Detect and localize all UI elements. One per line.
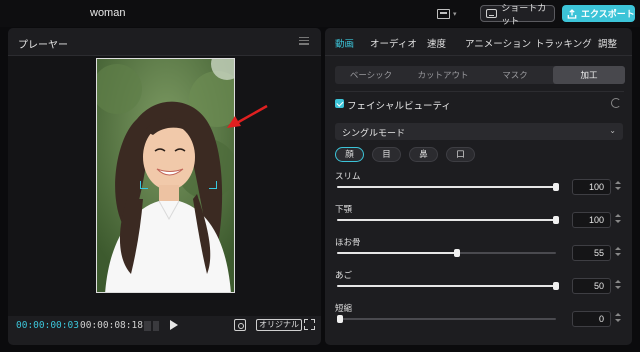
shortcut-label: ショートカット bbox=[501, 2, 547, 26]
chevron-down-icon: ▾ bbox=[453, 10, 457, 18]
value-stepper[interactable] bbox=[614, 212, 622, 228]
chevron-down-icon: ⌄ bbox=[609, 126, 616, 135]
player-title: プレーヤー bbox=[18, 40, 68, 51]
part-mouth[interactable]: 口 bbox=[446, 147, 475, 162]
face-beauty-checkbox[interactable] bbox=[335, 99, 344, 108]
slider-value-input[interactable]: 55 bbox=[572, 245, 611, 261]
slider-thumb[interactable] bbox=[553, 282, 559, 290]
top-bar: woman ▾ ショートカット エクスポート bbox=[0, 0, 640, 27]
chevron-up-icon[interactable] bbox=[615, 181, 621, 184]
inspector-tabs: 動画 オーディオ 速度 アニメーション トラッキング 調整 bbox=[325, 28, 632, 56]
slider-label: あご bbox=[335, 270, 353, 280]
slider-track[interactable] bbox=[337, 216, 559, 224]
slider-value-input[interactable]: 100 bbox=[572, 212, 611, 228]
slider-fill bbox=[337, 252, 458, 254]
preview-canvas[interactable] bbox=[8, 56, 321, 316]
total-duration: 00:00:08:18 bbox=[80, 320, 143, 331]
menu-icon[interactable] bbox=[299, 37, 309, 45]
slider-thumb[interactable] bbox=[337, 315, 343, 323]
slider-fill bbox=[337, 219, 556, 221]
video-frame[interactable] bbox=[96, 58, 235, 293]
current-time: 00:00:00:03 bbox=[16, 320, 79, 331]
export-button[interactable]: エクスポート bbox=[562, 5, 635, 22]
chevron-up-icon[interactable] bbox=[615, 280, 621, 283]
chevron-up-icon[interactable] bbox=[615, 247, 621, 250]
fullscreen-icon[interactable] bbox=[304, 319, 315, 330]
slider-value-input[interactable]: 50 bbox=[572, 278, 611, 294]
slider-track[interactable] bbox=[337, 183, 559, 191]
reset-icon[interactable] bbox=[611, 98, 621, 108]
tab-adjust[interactable]: 調整 bbox=[598, 36, 617, 50]
tab-speed[interactable]: 速度 bbox=[427, 36, 446, 50]
chevron-up-icon[interactable] bbox=[615, 313, 621, 316]
slider-label: 短縮 bbox=[335, 303, 353, 313]
video-image bbox=[97, 59, 234, 292]
export-label: エクスポート bbox=[581, 9, 635, 19]
project-name: woman bbox=[90, 7, 126, 19]
upload-icon bbox=[567, 8, 577, 19]
face-tracker-corner bbox=[209, 181, 217, 189]
subtab-bar: ベーシック カットアウト マスク 加工 bbox=[335, 66, 625, 84]
mode-select[interactable]: シングルモード ⌄ bbox=[335, 123, 623, 140]
value-stepper[interactable] bbox=[614, 245, 622, 261]
slider-label: スリム bbox=[335, 171, 361, 181]
tab-video[interactable]: 動画 bbox=[335, 36, 354, 50]
part-face[interactable]: 顔 bbox=[335, 147, 364, 162]
slider-track[interactable] bbox=[337, 315, 556, 323]
timeline-icon[interactable] bbox=[144, 321, 159, 331]
chevron-down-icon[interactable] bbox=[615, 286, 621, 289]
subtab-basic[interactable]: ベーシック bbox=[335, 66, 407, 84]
slider-fill bbox=[337, 285, 556, 287]
slider-value-input[interactable]: 100 bbox=[572, 179, 611, 195]
value-stepper[interactable] bbox=[614, 311, 622, 327]
shortcut-button[interactable]: ショートカット bbox=[480, 3, 555, 26]
monitor-icon bbox=[437, 8, 450, 19]
player-panel: プレーヤー 00:00:00:03 00:00:08:18 オリジナル bbox=[8, 28, 321, 345]
face-beauty-label: フェイシャルビューティ bbox=[347, 101, 451, 112]
subtab-retouch[interactable]: 加工 bbox=[553, 66, 625, 84]
tab-audio[interactable]: オーディオ bbox=[370, 36, 417, 50]
mode-select-value: シングルモード bbox=[342, 128, 406, 138]
slider-value-input[interactable]: 0 bbox=[572, 311, 611, 327]
keyboard-icon bbox=[486, 9, 498, 18]
slider-label: ほお骨 bbox=[335, 237, 361, 247]
play-button[interactable] bbox=[170, 320, 178, 330]
annotation-arrow-icon bbox=[227, 104, 268, 128]
inspector-panel: 動画 オーディオ 速度 アニメーション トラッキング 調整 ベーシック カットア… bbox=[325, 28, 632, 345]
subtab-cutout[interactable]: カットアウト bbox=[407, 66, 479, 84]
slider-track[interactable] bbox=[337, 249, 556, 257]
slider-thumb[interactable] bbox=[553, 183, 559, 191]
tab-animation[interactable]: アニメーション bbox=[465, 36, 531, 50]
layout-button[interactable]: ▾ bbox=[437, 6, 463, 21]
chevron-down-icon[interactable] bbox=[615, 319, 621, 322]
focus-icon[interactable] bbox=[234, 319, 246, 331]
chevron-down-icon[interactable] bbox=[615, 220, 621, 223]
ratio-button[interactable]: オリジナル bbox=[256, 319, 302, 331]
slider-fill bbox=[337, 186, 556, 188]
slider-track[interactable] bbox=[337, 282, 559, 290]
slider-label: 下顎 bbox=[335, 204, 353, 214]
part-nose[interactable]: 鼻 bbox=[409, 147, 438, 162]
chevron-down-icon[interactable] bbox=[615, 187, 621, 190]
value-stepper[interactable] bbox=[614, 179, 622, 195]
slider-thumb[interactable] bbox=[553, 216, 559, 224]
chevron-down-icon[interactable] bbox=[615, 253, 621, 256]
chevron-up-icon[interactable] bbox=[615, 214, 621, 217]
divider bbox=[335, 91, 624, 92]
tab-tracking[interactable]: トラッキング bbox=[535, 36, 592, 50]
value-stepper[interactable] bbox=[614, 278, 622, 294]
face-tracker-corner bbox=[140, 181, 148, 189]
subtab-mask[interactable]: マスク bbox=[479, 66, 551, 84]
part-eyes[interactable]: 目 bbox=[372, 147, 401, 162]
slider-thumb[interactable] bbox=[454, 249, 461, 257]
